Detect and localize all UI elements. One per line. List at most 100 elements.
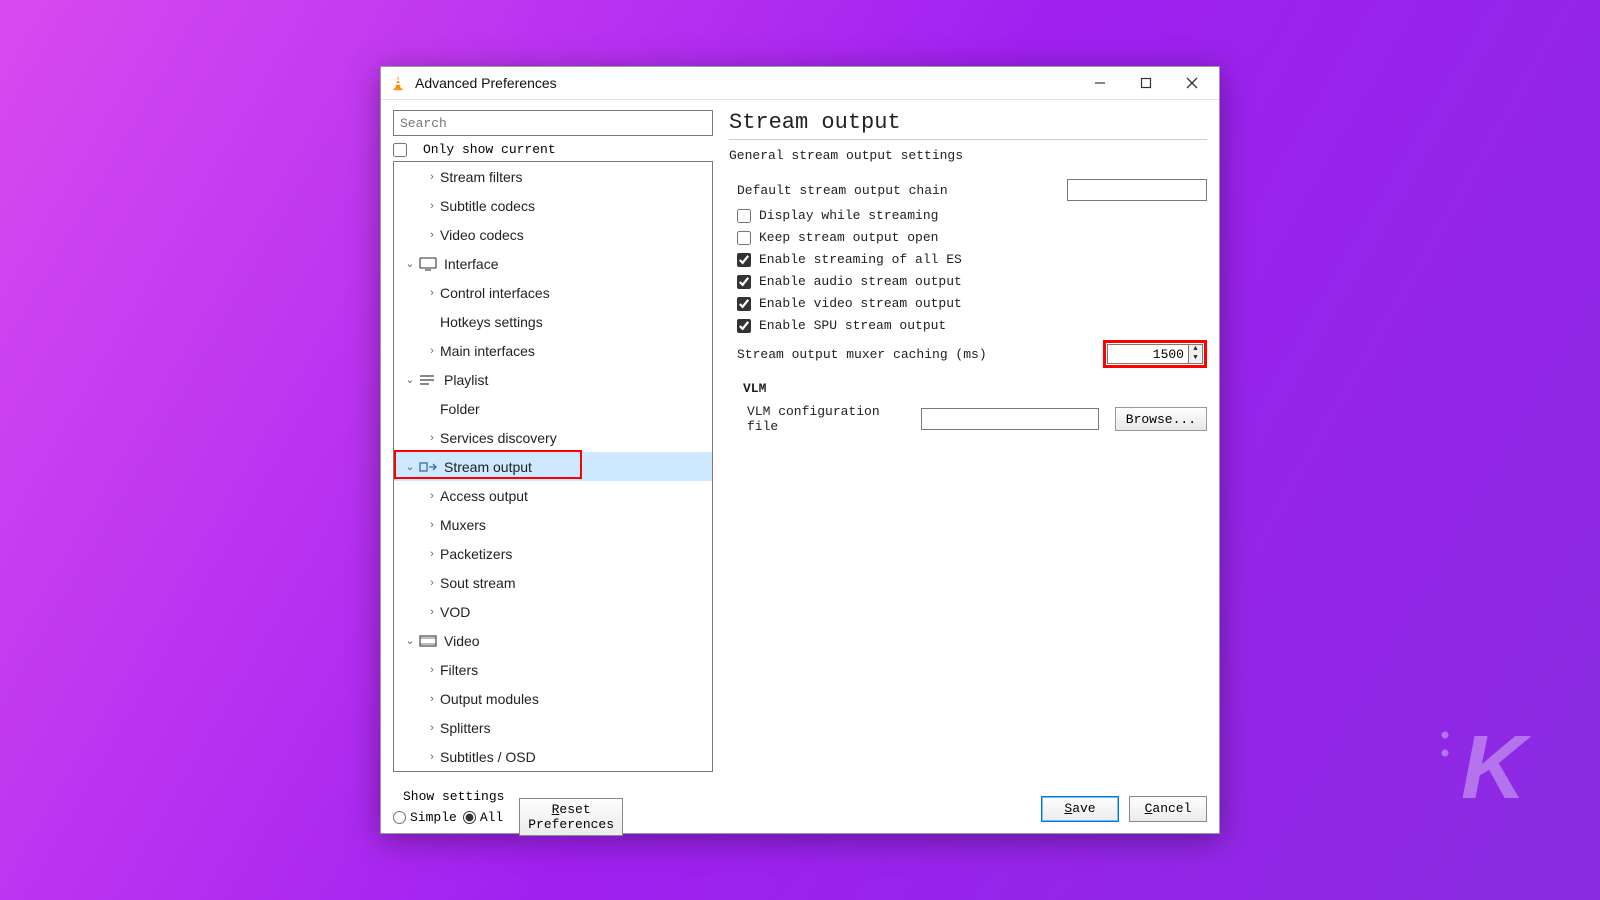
chevron-right-icon: ›: [424, 490, 440, 502]
only-show-current-checkbox[interactable]: [393, 143, 407, 157]
tree-item-playlist[interactable]: ⌄ Playlist: [394, 365, 712, 394]
tree-item-filters[interactable]: › Filters: [394, 655, 712, 684]
tree-item-interface[interactable]: ⌄ Interface: [394, 249, 712, 278]
keep-stream-open-checkbox[interactable]: [737, 231, 751, 245]
chevron-right-icon: ›: [424, 287, 440, 299]
tree-item-stream-output[interactable]: ⌄ Stream output: [394, 452, 712, 481]
chevron-down-icon: ⌄: [402, 373, 418, 386]
spinner-buttons[interactable]: ▲ ▼: [1189, 344, 1203, 364]
default-chain-input[interactable]: [1067, 179, 1207, 201]
save-tail: ave: [1072, 801, 1095, 816]
tree-item-label: Splitters: [440, 720, 491, 736]
display-while-streaming-checkbox[interactable]: [737, 209, 751, 223]
tree-item-label: Subtitle codecs: [440, 198, 535, 214]
minimize-button[interactable]: [1077, 67, 1123, 99]
tree-item-sout-stream[interactable]: › Sout stream: [394, 568, 712, 597]
tree-item-access-output[interactable]: › Access output: [394, 481, 712, 510]
tree-item-services-discovery[interactable]: › Services discovery: [394, 423, 712, 452]
tree-item-label: Services discovery: [440, 430, 557, 446]
tree-item-muxers[interactable]: › Muxers: [394, 510, 712, 539]
browse-button[interactable]: Browse...: [1115, 407, 1207, 431]
simple-radio-row[interactable]: Simple: [393, 810, 457, 825]
vlc-cone-icon: [389, 74, 407, 92]
enable-all-es-row[interactable]: Enable streaming of all ES: [729, 252, 1207, 267]
tree-item-label: Hotkeys settings: [440, 314, 543, 330]
chevron-right-icon: ›: [424, 432, 440, 444]
all-radio-row[interactable]: All: [463, 810, 503, 825]
watermark-logo: K: [1461, 717, 1520, 820]
tree-item-output-modules[interactable]: › Output modules: [394, 684, 712, 713]
cancel-button[interactable]: Cancel: [1129, 796, 1207, 822]
checkbox-label: Display while streaming: [759, 208, 938, 223]
reset-preferences-button[interactable]: Reset Preferences: [519, 798, 623, 836]
window-title: Advanced Preferences: [415, 75, 557, 91]
close-icon: [1186, 77, 1198, 89]
left-pane: Only show current › Stream filters › Sub…: [393, 110, 713, 772]
checkbox-label: Enable streaming of all ES: [759, 252, 962, 267]
enable-spu-checkbox[interactable]: [737, 319, 751, 333]
section-title: Stream output: [729, 110, 1207, 140]
tree-item-label: Interface: [444, 256, 498, 272]
tree-item-subtitles-osd[interactable]: › Subtitles / OSD: [394, 742, 712, 771]
tree-item-hotkeys[interactable]: Hotkeys settings: [394, 307, 712, 336]
all-radio[interactable]: [463, 811, 476, 824]
chevron-right-icon: ›: [424, 229, 440, 241]
tree-item-control-interfaces[interactable]: › Control interfaces: [394, 278, 712, 307]
enable-video-row[interactable]: Enable video stream output: [729, 296, 1207, 311]
tree-item-label: Subtitles / OSD: [440, 749, 536, 765]
chevron-right-icon: ›: [424, 519, 440, 531]
tree-item-label: Sout stream: [440, 575, 515, 591]
playlist-icon: [418, 372, 438, 388]
close-button[interactable]: [1169, 67, 1215, 99]
chevron-right-icon: ›: [424, 200, 440, 212]
tree-item-label: Playlist: [444, 372, 488, 388]
chevron-right-icon: ›: [424, 606, 440, 618]
spinner-down-icon[interactable]: ▼: [1189, 354, 1202, 363]
tree-item-vod[interactable]: › VOD: [394, 597, 712, 626]
chevron-right-icon: ›: [424, 548, 440, 560]
enable-all-es-checkbox[interactable]: [737, 253, 751, 267]
default-chain-label: Default stream output chain: [737, 183, 1057, 198]
vlm-file-input[interactable]: [921, 408, 1099, 430]
chevron-right-icon: ›: [424, 171, 440, 183]
display-while-streaming-row[interactable]: Display while streaming: [729, 208, 1207, 223]
muxer-caching-input[interactable]: [1107, 344, 1189, 364]
radio-label: All: [480, 810, 503, 825]
chevron-down-icon: ⌄: [402, 634, 418, 647]
right-pane: Stream output General stream output sett…: [729, 110, 1207, 772]
chevron-right-icon: ›: [424, 664, 440, 676]
tree-item-splitters[interactable]: › Splitters: [394, 713, 712, 742]
enable-audio-checkbox[interactable]: [737, 275, 751, 289]
only-show-current-row[interactable]: Only show current: [393, 142, 713, 157]
enable-video-checkbox[interactable]: [737, 297, 751, 311]
tree-item-label: Video codecs: [440, 227, 524, 243]
tree-item-video-codecs[interactable]: › Video codecs: [394, 220, 712, 249]
keep-stream-open-row[interactable]: Keep stream output open: [729, 230, 1207, 245]
tree-item-video[interactable]: ⌄ Video: [394, 626, 712, 655]
tree-item-folder[interactable]: Folder: [394, 394, 712, 423]
interface-icon: [418, 256, 438, 272]
simple-radio[interactable]: [393, 811, 406, 824]
reset-label-tail: eset Preferences: [528, 802, 614, 832]
tree-item-stream-filters[interactable]: › Stream filters: [394, 162, 712, 191]
tree-item-label: Packetizers: [440, 546, 512, 562]
video-icon: [418, 633, 438, 649]
chevron-right-icon: ›: [424, 577, 440, 589]
maximize-button[interactable]: [1123, 67, 1169, 99]
titlebar: Advanced Preferences: [381, 67, 1219, 100]
vlm-file-row: VLM configuration file Browse...: [729, 404, 1207, 434]
save-button[interactable]: Save: [1041, 796, 1119, 822]
radio-label: Simple: [410, 810, 457, 825]
settings-tree[interactable]: › Stream filters › Subtitle codecs › Vid…: [393, 161, 713, 772]
cancel-tail: ancel: [1152, 801, 1191, 816]
spinner-up-icon[interactable]: ▲: [1189, 345, 1202, 354]
search-input[interactable]: [393, 110, 713, 136]
enable-audio-row[interactable]: Enable audio stream output: [729, 274, 1207, 289]
muxer-caching-highlight: ▲ ▼: [1103, 340, 1207, 368]
tree-item-packetizers[interactable]: › Packetizers: [394, 539, 712, 568]
enable-spu-row[interactable]: Enable SPU stream output: [729, 318, 1207, 333]
tree-item-subtitle-codecs[interactable]: › Subtitle codecs: [394, 191, 712, 220]
tree-item-label: Muxers: [440, 517, 486, 533]
tree-item-main-interfaces[interactable]: › Main interfaces: [394, 336, 712, 365]
muxer-caching-row: Stream output muxer caching (ms) ▲ ▼: [729, 340, 1207, 368]
